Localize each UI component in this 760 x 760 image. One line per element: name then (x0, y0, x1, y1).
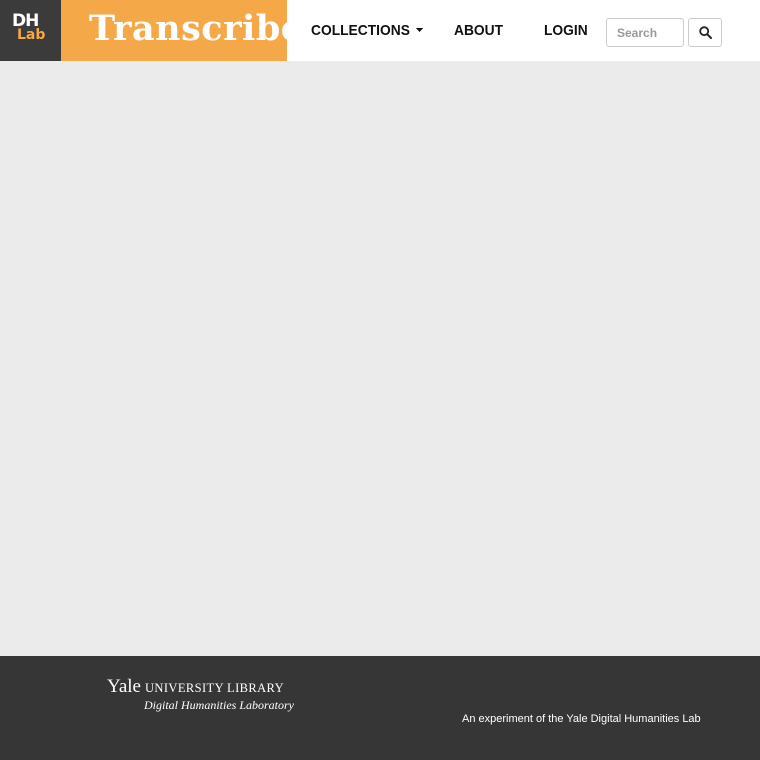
lab-logo-text: Lab (17, 27, 46, 43)
transcribe-brand[interactable]: Transcribe (61, 0, 303, 61)
university-library-text: UNIVERSITY LIBRARY (145, 681, 285, 695)
experiment-credit: An experiment of the Yale Digital Humani… (462, 713, 701, 725)
search-button[interactable] (688, 18, 722, 47)
nav-login-link[interactable]: LOGIN (544, 21, 588, 41)
dh-lab-logo[interactable]: DH Lab (0, 0, 61, 61)
footer (0, 656, 760, 760)
caret-down-icon (415, 28, 423, 33)
dh-laboratory-text: Digital Humanities Laboratory (144, 698, 295, 712)
brand-title: Transcribe (89, 8, 304, 49)
yale-wordmark: Yale (107, 676, 141, 697)
search-input[interactable] (606, 18, 684, 47)
search-icon (699, 26, 712, 39)
nav-about-link[interactable]: ABOUT (454, 21, 503, 41)
main-content-area (0, 61, 760, 656)
nav-collections-label: COLLECTIONS (311, 22, 410, 39)
top-navbar: DH Lab Transcribe COLLECTIONS ABOUT LOGI… (0, 0, 760, 61)
nav-collections-dropdown[interactable]: COLLECTIONS (311, 21, 423, 41)
